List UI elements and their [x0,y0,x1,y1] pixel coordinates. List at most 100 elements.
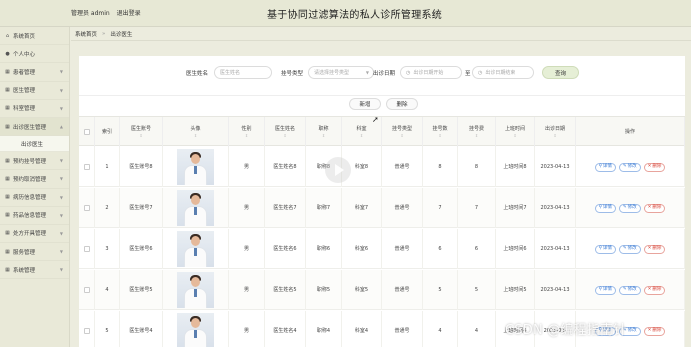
sidebar-item-9[interactable]: ▦ 病历信息管理 ▼ [0,189,69,207]
sidebar-item-label: 出诊医生 [21,141,44,148]
sidebar-item-2[interactable]: ▦ 患者管理 ▼ [0,63,69,82]
delete-button[interactable]: ✕ 删除 [643,203,666,213]
chevron-down-icon: ▼ [59,267,63,273]
select-all-checkbox[interactable] [83,129,90,135]
row-checkbox[interactable] [83,205,90,211]
chevron-down-icon: ▼ [59,158,63,164]
cell-reg-count: 8 [423,147,458,187]
sort-icon[interactable]: ⇕ [475,133,478,138]
cell-value: 5 [474,286,479,293]
chevron-down-icon: ▼ [59,194,63,200]
table-row: 2 医生账号7 男 医生姓名7 职称7 科室7 普通号 7 7 上班时间7 2023-04-13 ⚲ 详… [79,188,685,228]
cell-chk [79,147,95,187]
chevron-down-icon: ▼ [59,69,63,75]
cell-date: 2023-04-13 [535,270,576,310]
sort-icon[interactable]: ⇕ [553,133,556,138]
delete-button[interactable]: ✕ 删除 [643,244,666,254]
cell-gender: 男 [229,311,265,347]
cell-reg-type: 普通号 [382,147,423,187]
cell-date: 2023-04-13 [535,147,576,187]
edit-button[interactable]: ✎ 修改 [618,162,641,172]
sidebar-subitem-doctor-schedule[interactable]: 出诊医生 [0,136,69,153]
sort-icon[interactable]: ⇕ [245,133,248,138]
grid-icon: ▦ [5,212,10,219]
sidebar-item-label: 科室管理 [13,106,36,113]
cell-doctor-no: 医生账号8 [120,147,163,187]
edit-button[interactable]: ✎ 修改 [618,203,641,213]
sidebar-item-4[interactable]: ▦ 科室管理 ▼ [0,100,69,118]
cell-doctor-name: 医生姓名7 [265,188,306,228]
sort-icon[interactable]: ⇕ [438,133,441,138]
detail-button[interactable]: ⚲ 详情 [594,285,616,295]
cell-reg-count: 4 [423,311,458,347]
avatar-tie [194,289,197,297]
cell-value: 1 [105,163,109,170]
table-row: 1 医生账号8 男医生姓名8 职称8 科室8 普通号 8 8 上班时间8 2023-04-13 ⚲ 详… [79,147,685,187]
batch-delete-button[interactable]: 删除 [386,98,418,110]
sort-icon[interactable]: ⇕ [194,133,197,138]
column-header-chk[interactable] [79,117,95,147]
cell-ops: ⚲ 详情 ✎ 修改 ✕ 删除 [576,188,685,228]
delete-label: 删除 [652,327,662,333]
breadcrumb-current: 出诊医生 [110,31,133,38]
cell-dept: 科室4 [342,311,382,347]
cell-value: 男 [243,245,249,252]
cell-title: 职称5 [306,270,342,310]
sort-icon[interactable]: ⇕ [139,133,142,138]
delete-button[interactable]: ✕ 删除 [643,326,666,336]
date-end-input[interactable]: ◷ 出诊日期结束 [472,66,534,79]
sort-icon[interactable]: ⇕ [513,133,516,138]
breadcrumb-home[interactable]: 系统首页 [75,30,97,38]
sort-icon[interactable]: ⇕ [400,133,403,138]
sidebar-item-12[interactable]: ▦ 服务管理 ▼ [0,243,69,262]
cell-avatar [163,311,229,347]
search-bar: 医生姓名 医生姓名 挂号类型 请选择挂号类型 ▼ 出诊日期 ◷ 出诊日期开始 至 ◷… [79,65,685,81]
edit-button[interactable]: ✎ 修改 [618,285,641,295]
doctor-name-input[interactable]: 医生姓名 [214,66,272,79]
logout-link[interactable]: 退出登录 [117,10,141,17]
sidebar-item-10[interactable]: ▦ 药品信息管理 ▼ [0,207,69,225]
edit-button[interactable]: ✎ 修改 [618,244,641,254]
delete-label: 删除 [652,204,662,210]
chevron-down-icon: ▼ [59,212,63,218]
table-row: 3 医生账号6 男 医生姓名6 职称6 科室6 普通号 6 6 上班时间6 2023-04-13 ⚲ 详… [79,229,685,269]
cell-reg-type: 普通号 [382,311,423,347]
delete-button[interactable]: ✕ 删除 [643,285,666,295]
row-checkbox[interactable] [83,164,90,170]
reg-type-select[interactable]: 请选择挂号类型 ▼ [308,66,374,79]
sort-icon[interactable]: ⇕ [322,133,325,138]
grid-icon: ▦ [5,194,10,201]
column-header-label: 操作 [624,128,635,135]
detail-button[interactable]: ⚲ 详情 [594,162,616,172]
row-checkbox[interactable] [83,287,90,293]
sidebar-item-7[interactable]: ▦ 预约挂号管理 ▼ [0,152,69,171]
sidebar-item-13[interactable]: ▦ 系统管理 ▼ [0,261,69,280]
sidebar-item-0[interactable]: ⌂ 系统首页 [0,27,69,46]
cell-chk [79,229,95,269]
cell-value: 普通号 [394,163,410,170]
sidebar-item-3[interactable]: ▦ 医生管理 ▼ [0,82,69,100]
detail-button[interactable]: ⚲ 详情 [594,203,616,213]
avatar-tie [194,166,197,174]
add-button[interactable]: 新增 [349,98,381,110]
sidebar-item-8[interactable]: ▦ 预约取消管理 ▼ [0,170,69,189]
query-button[interactable]: 查询 [542,66,579,79]
sidebar-item-5[interactable]: ▦ 出诊医生管理 ▲ [0,117,69,137]
sidebar-item-11[interactable]: ▦ 处方开具管理 ▼ [0,225,69,244]
delete-button[interactable]: ✕ 删除 [643,162,666,172]
cell-reg-fee: 7 [458,188,496,228]
date-start-input[interactable]: ◷ 出诊日期开始 [400,66,462,79]
sort-icon[interactable]: ⇕ [360,133,363,138]
row-checkbox[interactable] [83,246,90,252]
sidebar: ⌂ 系统首页 ● 个人中心 ▦ 患者管理 ▼ ▦ 医生管理 ▼ ▦ 科室管理 ▼ ▦ 出诊医生管理 ▲ 出诊医生… [0,27,70,347]
chevron-down-icon: ▼ [59,249,63,255]
close-icon: ✕ [647,245,652,251]
cell-doctor-name: 医生姓名4 [265,311,306,347]
sort-icon[interactable]: ⇕ [283,133,286,138]
sidebar-item-1[interactable]: ● 个人中心 [0,45,69,64]
breadcrumb-separator: » [102,30,106,37]
avatar-head [191,318,200,328]
row-actions: ⚲ 详情 ✎ 修改 ✕ 删除 [594,162,666,172]
row-checkbox[interactable] [83,328,90,334]
detail-button[interactable]: ⚲ 详情 [594,244,616,254]
